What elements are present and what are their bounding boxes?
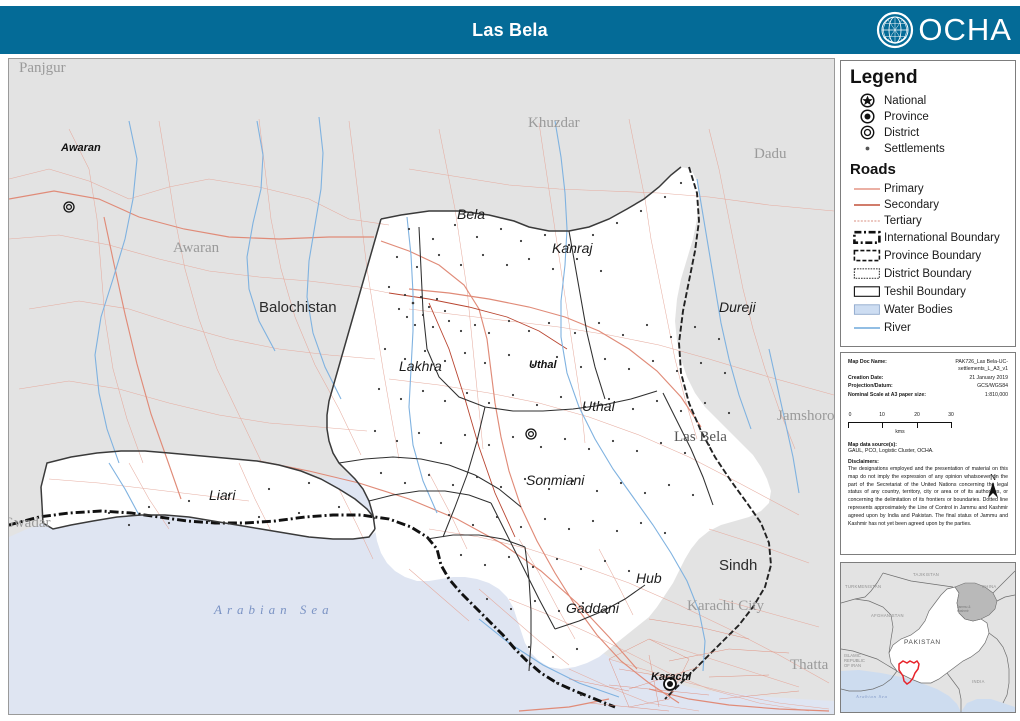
legend-item-international-boundary: International Boundary: [850, 229, 1006, 246]
scale-tick-0: [848, 422, 849, 429]
legend-label-water-bodies: Water Bodies: [884, 303, 953, 316]
scale-bar-line: [848, 422, 952, 424]
settlement-dot-icon: [850, 141, 884, 156]
meta-value-creationdate: 21 January 2019: [969, 374, 1008, 381]
main-map[interactable]: Panjgur Khuzdar Dadu Jamshoro Thatta Gwa…: [8, 58, 835, 715]
legend-label-national: National: [884, 94, 927, 107]
legend-label-tehsil-boundary: Teshil Boundary: [884, 285, 966, 298]
legend-item-settlements: Settlements: [850, 141, 1006, 156]
legend-item-district: District: [850, 125, 1006, 140]
legend-item-tertiary-road: Tertiary: [850, 213, 1006, 228]
legend-item-river: River: [850, 319, 1006, 336]
locator-inset-map[interactable]: TURKMENISTAN TAJIKISTAN CHINA AFGHANISTA…: [840, 562, 1016, 713]
map-poster: Las Bela OCHA Panjgur Khuzdar Dadu Jamsh…: [0, 0, 1020, 721]
province-capital-marker: [663, 677, 677, 691]
province-boundary-swatch-icon: [850, 248, 884, 263]
north-arrow-icon: [988, 482, 998, 498]
primary-road-line-icon: [850, 184, 884, 194]
meta-row-projection: Projection/Datum: GCS/WGS84: [848, 383, 1008, 392]
meta-row-creationdate: Creation Date: 21 January 2019: [848, 375, 1008, 384]
water-bodies-swatch-icon: [850, 302, 884, 317]
legend-label-district: District: [884, 126, 920, 139]
meta-value-docname: PAK726_Las Bela-UC-settlements_L_A3_v1: [955, 359, 1008, 373]
legend-label-international-boundary: International Boundary: [884, 231, 1000, 244]
scale-label-1: 10: [879, 412, 885, 419]
legend-item-national: National: [850, 93, 1006, 108]
meta-key-projection: Projection/Datum:: [848, 383, 893, 390]
legend-item-secondary-road: Secondary: [850, 197, 1006, 212]
north-arrow-label: N: [990, 473, 996, 482]
scale-label-2: 20: [914, 412, 920, 419]
district-boundary-swatch-icon: [850, 266, 884, 281]
province-capital-icon: [850, 109, 884, 124]
meta-key-creationdate: Creation Date:: [848, 374, 884, 381]
meta-key-scale: Nominal Scale at A3 paper size:: [848, 391, 926, 398]
tertiary-road-line-icon: [850, 216, 884, 226]
metadata-table: Map Doc Name: PAK726_Las Bela-UC-settlem…: [848, 359, 1008, 400]
scale-tick-3: [951, 422, 952, 429]
map-disclaimer: Disclaimers: The designations employed a…: [848, 459, 1008, 528]
legend-label-province-boundary: Province Boundary: [884, 249, 982, 262]
legend-label-secondary: Secondary: [884, 198, 939, 211]
disclaimer-text: The designations employed and the presen…: [848, 466, 1008, 527]
legend-item-district-boundary: District Boundary: [850, 265, 1006, 282]
legend-label-tertiary: Tertiary: [884, 214, 922, 227]
scale-tick-1: [882, 422, 883, 429]
map-sources: Map data source(s): GAUL, PCO, Logistic …: [848, 442, 1008, 454]
national-capital-icon: [850, 93, 884, 108]
north-arrow: N: [987, 473, 999, 504]
header-bar: Las Bela OCHA: [0, 6, 1020, 54]
legend-label-district-boundary: District Boundary: [884, 267, 972, 280]
legend-title: Legend: [850, 67, 918, 88]
meta-row-scale: Nominal Scale at A3 paper size: 1:810,00…: [848, 392, 1008, 401]
scale-label-3: 30: [948, 412, 954, 419]
secondary-road-line-icon: [850, 200, 884, 210]
legend-item-province-boundary: Province Boundary: [850, 247, 1006, 264]
legend-panel: Legend National Province District Settle…: [840, 60, 1016, 347]
disclaimer-key: Disclaimers:: [848, 459, 879, 466]
sources-value: GAUL, PCO, Logistic Cluster, OCHA.: [848, 448, 934, 455]
inset-canvas: [841, 563, 1015, 712]
meta-value-projection: GCS/WGS84: [977, 383, 1008, 390]
scale-unit-label: kms: [895, 429, 905, 436]
international-boundary-swatch-icon: [850, 230, 884, 245]
metadata-panel: Map Doc Name: PAK726_Las Bela-UC-settlem…: [840, 352, 1016, 555]
legend-item-water-bodies: Water Bodies: [850, 301, 1006, 318]
legend-item-tehsil-boundary: Teshil Boundary: [850, 283, 1006, 300]
legend-item-primary-road: Primary: [850, 181, 1006, 196]
un-emblem-icon: [877, 11, 914, 49]
meta-value-scale: 1:810,000: [984, 391, 1008, 398]
page-title: Las Bela: [472, 20, 548, 40]
legend-label-settlements: Settlements: [884, 142, 945, 155]
scale-label-0: 0: [848, 412, 852, 419]
ocha-logo: OCHA: [876, 9, 1012, 51]
scale-tick-2: [917, 422, 918, 429]
meta-row-docname: Map Doc Name: PAK726_Las Bela-UC-settlem…: [848, 359, 1008, 375]
legend-label-primary: Primary: [884, 182, 924, 195]
legend-item-province: Province: [850, 109, 1006, 124]
ocha-wordmark: OCHA: [918, 12, 1012, 47]
map-canvas: [9, 59, 834, 714]
meta-key-docname: Map Doc Name:: [848, 359, 887, 365]
river-line-icon: [850, 323, 884, 333]
legend-label-province: Province: [884, 110, 929, 123]
legend-label-river: River: [884, 321, 911, 334]
legend-roads-title: Roads: [850, 161, 896, 178]
district-capital-icon: [850, 125, 884, 140]
tehsil-boundary-swatch-icon: [850, 284, 884, 299]
scale-bar: 0 10 20 30 kms: [848, 411, 954, 437]
